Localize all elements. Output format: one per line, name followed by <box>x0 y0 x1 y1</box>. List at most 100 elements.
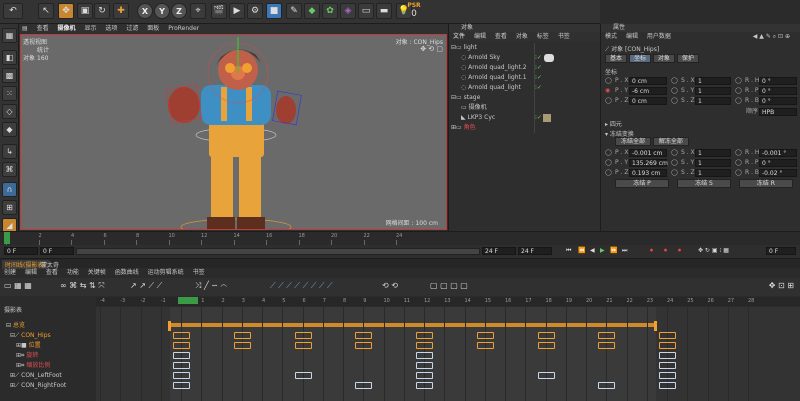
keyframe-position[interactable] <box>476 342 494 349</box>
key-dot[interactable]: ◯ <box>671 76 678 86</box>
z-axis-toggle[interactable]: Z <box>171 3 187 19</box>
key-dot-active[interactable]: ◉ <box>605 86 610 96</box>
cube-icon[interactable]: ■ <box>266 3 282 19</box>
p-x-field[interactable]: 0 cm <box>629 77 667 85</box>
object-row-cyc[interactable]: ◣ LKP3 Cyc ⁝✓ <box>449 113 601 123</box>
r-h-field[interactable]: 0 ° <box>759 77 797 85</box>
move-tool-icon[interactable]: ✥ <box>58 3 74 19</box>
keyframe-selection-icon[interactable]: ⏺ <box>678 247 681 255</box>
om-menu-tags[interactable]: 标签 <box>537 33 549 40</box>
keyframe-position[interactable] <box>598 342 616 349</box>
key-options-icons[interactable]: ✥ ↻ ▣ ⁝ ▦ <box>698 247 729 254</box>
render-icon[interactable]: ▶ <box>229 3 245 19</box>
select-tool-icon[interactable]: ↖ <box>38 3 54 19</box>
coordinate-system-icon[interactable]: ⌖ <box>190 3 206 19</box>
key-dot[interactable]: ◯ <box>605 168 612 178</box>
viewport-nav-icons[interactable]: ✥ ⟲ ▢ <box>420 45 443 53</box>
tab-protection[interactable]: 保护 <box>676 54 699 63</box>
start-frame-field[interactable]: 0 F <box>4 247 38 255</box>
keyframe-position[interactable] <box>173 342 190 349</box>
order-select[interactable]: HPB <box>759 108 797 116</box>
track-scale[interactable]: ⊞⌗ 缩放比例 <box>0 361 96 371</box>
viewport-menu-filter[interactable]: 过滤 <box>126 25 138 32</box>
ds-menu-motion[interactable]: 运动剪辑系统 <box>148 269 184 276</box>
play-icon[interactable]: ▶ <box>600 247 605 254</box>
keyframe-left-foot[interactable] <box>537 372 555 379</box>
texture-mode-icon[interactable]: ▩ <box>2 68 17 83</box>
r-b-field[interactable]: 0 ° <box>759 97 797 105</box>
ds-menu-create[interactable]: 创建 <box>4 269 16 276</box>
keyframe-position[interactable] <box>416 342 433 349</box>
key-dot[interactable]: ◯ <box>735 86 742 96</box>
object-row-stage[interactable]: ⊟▭ stage <box>449 93 601 103</box>
key-area[interactable] <box>96 307 800 401</box>
s-z-field[interactable]: 1 <box>695 97 731 105</box>
keyframe-position[interactable] <box>294 342 312 349</box>
fp-x-field[interactable]: -0.001 cm <box>629 149 667 157</box>
keyframe-right-foot[interactable] <box>173 382 190 389</box>
end-frame-field[interactable]: 24 F <box>518 247 552 255</box>
psr-indicator[interactable]: PSR 0 <box>405 2 423 22</box>
freeze-r-button[interactable]: 冻结 R <box>738 179 793 188</box>
timeline-ruler[interactable]: 024681012141618202224 <box>0 231 800 245</box>
pen-icon[interactable]: ✎ <box>286 3 302 19</box>
track-right-foot[interactable]: ⊞⟋ CON_RightFoot <box>0 381 96 391</box>
scene-icon[interactable]: ▭ <box>358 3 374 19</box>
render-settings-icon[interactable]: ⚙ <box>247 3 263 19</box>
p-z-field[interactable]: 0 cm <box>629 97 667 105</box>
y-axis-toggle[interactable]: Y <box>154 3 170 19</box>
key-dot[interactable]: ◯ <box>735 168 742 178</box>
key-dot[interactable]: ◯ <box>605 96 612 106</box>
make-editable-icon[interactable]: ▦ <box>2 28 17 43</box>
om-menu-object[interactable]: 对象 <box>516 33 528 40</box>
add-tool-icon[interactable]: ✚ <box>113 3 129 19</box>
ds-menu-keys[interactable]: 关键帧 <box>88 269 106 276</box>
range-start-marker[interactable] <box>168 321 171 331</box>
key-dot[interactable]: ◯ <box>735 158 742 168</box>
fs-y-field[interactable]: 1 <box>695 159 731 167</box>
keyframe-scale[interactable] <box>659 362 676 369</box>
keyframe-hips[interactable] <box>173 332 190 339</box>
key-dot[interactable]: ◯ <box>671 86 678 96</box>
track-left-foot[interactable]: ⊞⟋ CON_LeftFoot <box>0 371 96 381</box>
viewport-menu-options[interactable]: 选项 <box>105 25 117 32</box>
interp-icons[interactable]: ⤨ ╱ ∽ ⌒ <box>195 281 227 291</box>
viewport-menu-icon[interactable]: ▤ <box>22 25 28 32</box>
object-row-arnold-sky[interactable]: ◌ Arnold Sky ⁝✓ <box>449 53 601 63</box>
tab-basic[interactable]: 基本 <box>605 54 628 63</box>
keyframe-hips[interactable] <box>355 332 373 339</box>
keyframe-rotation[interactable] <box>659 352 676 359</box>
tab-coord[interactable]: 坐标 <box>628 54 651 63</box>
keyframe-rotation[interactable] <box>416 352 433 359</box>
fp-y-field[interactable]: 135.269 cm <box>629 159 668 167</box>
keyframe-left-foot[interactable] <box>173 372 190 379</box>
object-row-camera[interactable]: ▭ 摄像机 <box>449 103 601 113</box>
unfreeze-all-button[interactable]: 解冻全部 <box>652 137 689 146</box>
keyframe-scale[interactable] <box>173 362 190 369</box>
key-dot[interactable]: ◯ <box>605 148 612 158</box>
next-key-icon[interactable]: ⏩ <box>610 247 617 254</box>
key-dot[interactable]: ◯ <box>605 158 612 168</box>
go-start-icon[interactable]: ⏮ <box>566 247 571 255</box>
edges-mode-icon[interactable]: ◇ <box>2 104 17 119</box>
rotate-tool-icon[interactable]: ↻ <box>94 3 110 19</box>
keyframe-left-foot[interactable] <box>659 372 676 379</box>
viewport-menu-prorender[interactable]: ProRender <box>168 25 199 32</box>
go-end-icon[interactable]: ⏭ <box>622 247 627 255</box>
keyframe-position[interactable] <box>233 342 251 349</box>
keyframe-right-foot[interactable] <box>355 382 373 389</box>
key-dot[interactable]: ◯ <box>735 76 742 86</box>
track-rotation[interactable]: ⊞⌗ 旋转 <box>0 351 96 361</box>
key-dot[interactable]: ◯ <box>671 168 678 178</box>
om-menu-file[interactable]: 文件 <box>453 33 465 40</box>
loop-icons[interactable]: ⟲ ⟲ <box>382 281 398 290</box>
freeze-p-button[interactable]: 冻结 P <box>615 179 669 188</box>
attr-menu-userdata[interactable]: 用户数据 <box>647 33 671 40</box>
range-bar[interactable] <box>76 248 480 255</box>
fr-b-field[interactable]: -0.02 ° <box>759 169 797 177</box>
keyframe-scale[interactable] <box>416 362 433 369</box>
track-position[interactable]: ⊞■ 位置 <box>0 341 96 351</box>
om-menu-bookmarks[interactable]: 书签 <box>558 33 570 40</box>
ds-menu-fcurve[interactable]: 函数曲线 <box>115 269 139 276</box>
r-p-field[interactable]: 0 ° <box>759 87 797 95</box>
